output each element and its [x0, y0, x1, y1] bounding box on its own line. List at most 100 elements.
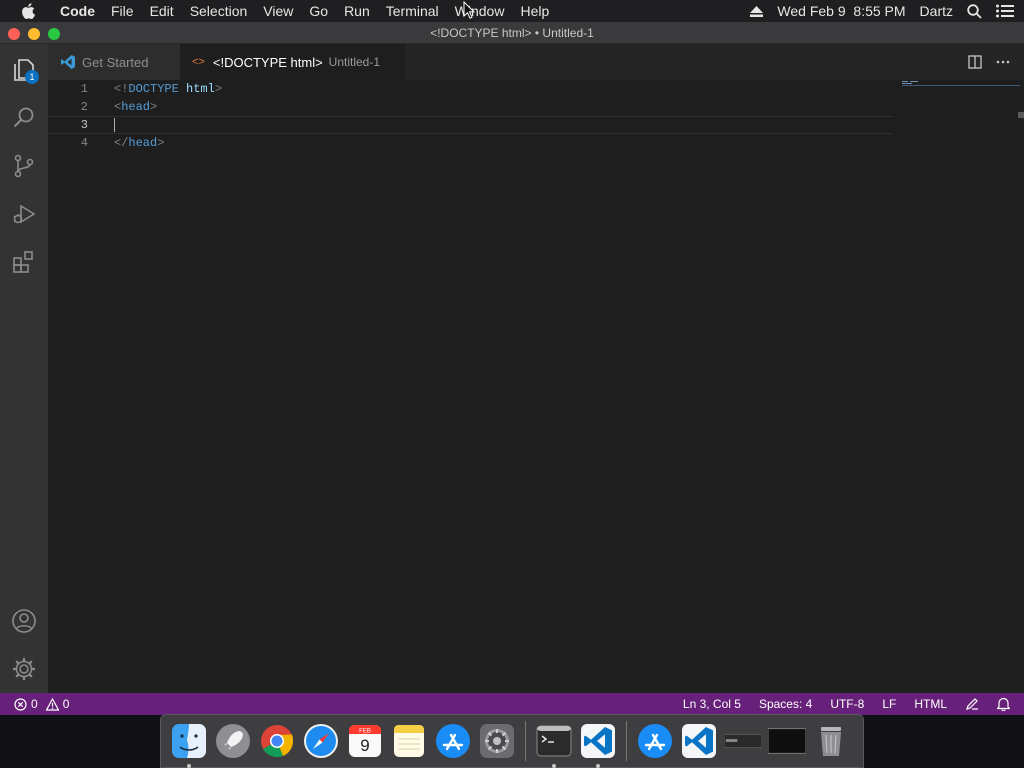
vertical-scrollbar[interactable] [1018, 80, 1024, 693]
dock-minimized-window[interactable] [768, 722, 806, 760]
warning-count: 0 [62, 697, 70, 711]
running-indicator [596, 764, 600, 768]
menu-window[interactable]: Window [449, 3, 515, 19]
dock-app-store[interactable] [434, 722, 472, 760]
dock-calendar[interactable]: FEB 9 [346, 722, 384, 760]
code-token: head [121, 100, 151, 114]
macos-dock: FEB 9 [160, 714, 864, 768]
problems-indicator[interactable]: 0 0 [0, 697, 69, 711]
activity-bar: 1 [0, 44, 48, 693]
running-indicator [187, 764, 191, 768]
code-token: > [150, 100, 158, 114]
code-token: > [157, 136, 165, 150]
dock-notes[interactable] [390, 722, 428, 760]
dock-safari[interactable] [302, 722, 340, 760]
menu-file[interactable]: File [105, 3, 144, 19]
window-controls [8, 28, 60, 40]
editor-tab-bar: Get Started <> <!DOCTYPE html> Untitled-… [48, 44, 1024, 80]
search-button[interactable] [0, 94, 48, 142]
encoding[interactable]: UTF-8 [830, 697, 864, 711]
manage-button[interactable] [0, 645, 48, 693]
code-line-current[interactable]: 3 [48, 116, 893, 134]
safari-icon [304, 724, 338, 758]
run-debug-icon [13, 204, 36, 224]
dock-app-store-download[interactable] [636, 722, 674, 760]
run-debug-button[interactable] [0, 190, 48, 238]
notifications-bell-icon[interactable] [997, 697, 1010, 711]
menu-selection[interactable]: Selection [184, 3, 258, 19]
code-line[interactable]: 2 <head> [48, 98, 893, 116]
code-editor[interactable]: 1 <!DOCTYPE html> 2 <head> 3 4 </head> [48, 80, 1024, 693]
accounts-button[interactable] [0, 597, 48, 645]
code-token: head [128, 136, 158, 150]
minimap[interactable] [902, 80, 1020, 88]
search-icon [13, 107, 34, 128]
dock-chrome[interactable] [258, 722, 296, 760]
language-mode[interactable]: HTML [914, 697, 947, 711]
calendar-month: FEB [359, 729, 371, 735]
dock-system-preferences[interactable] [478, 722, 516, 760]
menu-run[interactable]: Run [338, 3, 380, 19]
text-cursor [114, 118, 115, 132]
code-line[interactable]: 4 </head> [48, 134, 893, 152]
explorer-badge: 1 [25, 70, 39, 84]
window-thumbnail-icon [768, 728, 806, 754]
apple-icon[interactable] [18, 1, 38, 21]
calendar-icon: FEB 9 [349, 725, 381, 757]
code-token: html [186, 82, 215, 96]
notification-center-icon[interactable] [996, 4, 1014, 18]
notes-icon [394, 725, 424, 757]
more-actions-icon[interactable] [996, 60, 1010, 64]
scrollbar-thumb[interactable] [1018, 112, 1024, 118]
menu-go[interactable]: Go [303, 3, 338, 19]
menu-view[interactable]: View [257, 3, 303, 19]
end-of-line[interactable]: LF [882, 697, 896, 711]
menu-help[interactable]: Help [514, 3, 559, 19]
html-file-icon: <> [192, 56, 205, 68]
cursor-position[interactable]: Ln 3, Col 5 [683, 697, 741, 711]
dock-launchpad[interactable] [214, 722, 252, 760]
dock-minimized-window[interactable] [724, 722, 762, 760]
extensions-button[interactable] [0, 238, 48, 286]
system-preferences-icon [480, 724, 514, 758]
menubar-datetime[interactable]: Wed Feb 9 8:55 PM [777, 3, 905, 19]
dock-terminal[interactable] [535, 722, 573, 768]
menu-terminal[interactable]: Terminal [380, 3, 449, 19]
feedback-icon[interactable] [965, 697, 979, 711]
rocket-icon [216, 724, 250, 758]
tab-untitled-1[interactable]: <> <!DOCTYPE html> Untitled-1 [180, 44, 406, 80]
explorer-button[interactable]: 1 [0, 46, 48, 94]
menu-app-name[interactable]: Code [54, 3, 105, 19]
tab-get-started[interactable]: Get Started [48, 44, 180, 80]
dock-finder[interactable] [170, 722, 208, 768]
split-editor-icon[interactable] [968, 55, 982, 69]
error-count: 0 [31, 697, 38, 711]
window-thumbnail-icon [724, 733, 762, 749]
menu-edit[interactable]: Edit [144, 3, 184, 19]
window-title: <!DOCTYPE html> • Untitled-1 [430, 25, 594, 40]
warning-icon [45, 697, 59, 711]
close-window-button[interactable] [8, 28, 20, 40]
vscode-icon [682, 724, 716, 758]
eject-icon[interactable] [750, 5, 764, 17]
dock-vscode-download[interactable] [680, 722, 718, 760]
dock-trash[interactable] [812, 722, 850, 760]
tab-description: Untitled-1 [328, 55, 381, 69]
zoom-window-button[interactable] [48, 28, 60, 40]
line-number: 2 [80, 100, 88, 114]
vscode-icon [581, 724, 615, 758]
trash-icon [821, 727, 841, 756]
code-text: <!DOCTYPE html> [114, 82, 222, 96]
code-line[interactable]: 1 <!DOCTYPE html> [48, 80, 893, 98]
indentation[interactable]: Spaces: 4 [759, 697, 812, 711]
tab-label: <!DOCTYPE html> [212, 54, 323, 70]
dock-vscode[interactable] [579, 722, 617, 768]
code-token: <! [114, 82, 129, 96]
spotlight-search-icon[interactable] [967, 3, 982, 19]
minimize-window-button[interactable] [28, 28, 40, 40]
extensions-icon [13, 251, 33, 273]
source-control-button[interactable] [0, 142, 48, 190]
code-token: DOCTYPE [128, 82, 179, 96]
dock-divider [626, 721, 627, 761]
menubar-user[interactable]: Dartz [920, 3, 953, 19]
